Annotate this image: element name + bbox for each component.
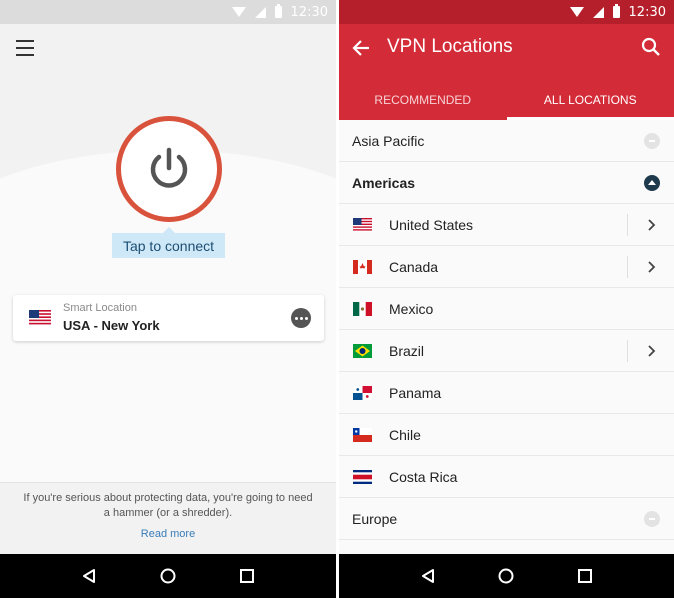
battery-icon — [274, 4, 282, 18]
region-row-americas[interactable]: Americas — [339, 162, 674, 204]
location-value: USA - New York — [63, 318, 160, 333]
page-title: VPN Locations — [387, 36, 513, 57]
app-bar: VPN Locations RECOMMENDED ALL LOCATIONS — [339, 24, 674, 120]
signal-icon — [254, 6, 266, 18]
nav-home-icon[interactable] — [498, 568, 514, 584]
more-options-icon[interactable] — [291, 308, 311, 328]
connect-power-button[interactable] — [116, 116, 222, 222]
country-name: United States — [389, 217, 474, 233]
chile-flag-icon — [353, 428, 372, 442]
android-navbar — [339, 554, 674, 598]
nav-home-icon[interactable] — [160, 568, 176, 584]
status-bar: 12:30 — [339, 0, 674, 24]
country-name: Chile — [389, 427, 421, 443]
smart-location-label: Smart Location — [63, 302, 137, 314]
country-row-panama[interactable]: Panama — [339, 372, 674, 414]
region-row-asia-pacific[interactable]: Asia Pacific — [339, 120, 674, 162]
nav-recent-icon[interactable] — [577, 568, 593, 584]
mexico-flag-icon — [353, 302, 372, 316]
region-label: Asia Pacific — [352, 132, 425, 149]
us-flag-icon — [29, 310, 51, 326]
power-icon — [150, 147, 188, 188]
battery-icon — [612, 4, 620, 18]
country-row-costa-rica[interactable]: Costa Rica — [339, 456, 674, 498]
country-row-mexico[interactable]: Mexico — [339, 288, 674, 330]
country-name: Panama — [389, 385, 442, 401]
back-arrow-icon[interactable] — [351, 38, 371, 58]
tab-recommended[interactable]: RECOMMENDED — [339, 80, 507, 120]
collapse-icon[interactable] — [644, 175, 660, 191]
location-tabs: RECOMMENDED ALL LOCATIONS — [339, 80, 674, 120]
signal-icon — [592, 6, 604, 18]
read-more-link[interactable]: Read more — [0, 528, 336, 540]
locations-screen: 12:30 VPN Locations RECOMMENDED ALL LOCA… — [339, 0, 674, 598]
nav-back-icon[interactable] — [420, 568, 436, 584]
region-label: Europe — [352, 510, 398, 527]
smart-location-card[interactable]: Smart Location USA - New York — [13, 295, 324, 341]
tip-text: If you're serious about protecting data,… — [23, 492, 313, 519]
status-time: 12:30 — [290, 4, 328, 20]
home-screen: 12:30 Tap to connect Smart Location USA … — [0, 0, 336, 598]
country-row-chile[interactable]: Chile — [339, 414, 674, 456]
country-row-canada[interactable]: Canada — [339, 246, 674, 288]
country-name: Costa Rica — [389, 469, 458, 485]
tip-area: If you're serious about protecting data,… — [0, 482, 336, 554]
wifi-icon — [569, 7, 584, 17]
tab-all-locations[interactable]: ALL LOCATIONS — [506, 80, 674, 120]
tap-to-connect-label: Tap to connect — [112, 227, 225, 258]
hamburger-menu-icon[interactable] — [16, 40, 36, 56]
costa-rica-flag-icon — [353, 470, 372, 484]
country-name: Mexico — [389, 301, 434, 317]
wifi-icon — [231, 7, 246, 17]
row-divider — [627, 214, 628, 236]
region-label: Americas — [352, 174, 416, 191]
screenshot-root: 12:30 Tap to connect Smart Location USA … — [0, 0, 674, 598]
us-flag-icon — [353, 218, 372, 232]
android-navbar — [0, 554, 336, 598]
country-name: Canada — [389, 259, 439, 275]
locations-list: Asia Pacific Americas United States Cana… — [339, 120, 674, 554]
region-row-europe[interactable]: Europe — [339, 498, 674, 540]
status-time: 12:30 — [628, 4, 666, 20]
nav-back-icon[interactable] — [81, 568, 97, 584]
canada-flag-icon — [353, 260, 372, 274]
search-icon[interactable] — [640, 36, 662, 58]
expand-icon[interactable] — [644, 511, 660, 527]
brazil-flag-icon — [353, 344, 372, 358]
expand-icon[interactable] — [644, 133, 660, 149]
country-row-brazil[interactable]: Brazil — [339, 330, 674, 372]
chevron-right-icon[interactable] — [648, 261, 656, 273]
chevron-right-icon[interactable] — [648, 219, 656, 231]
country-name: Brazil — [389, 343, 425, 359]
nav-recent-icon[interactable] — [239, 568, 255, 584]
country-row-united-states[interactable]: United States — [339, 204, 674, 246]
row-divider — [627, 340, 628, 362]
row-divider — [627, 256, 628, 278]
status-bar: 12:30 — [0, 0, 336, 24]
panama-flag-icon — [353, 386, 372, 400]
chevron-right-icon[interactable] — [648, 345, 656, 357]
